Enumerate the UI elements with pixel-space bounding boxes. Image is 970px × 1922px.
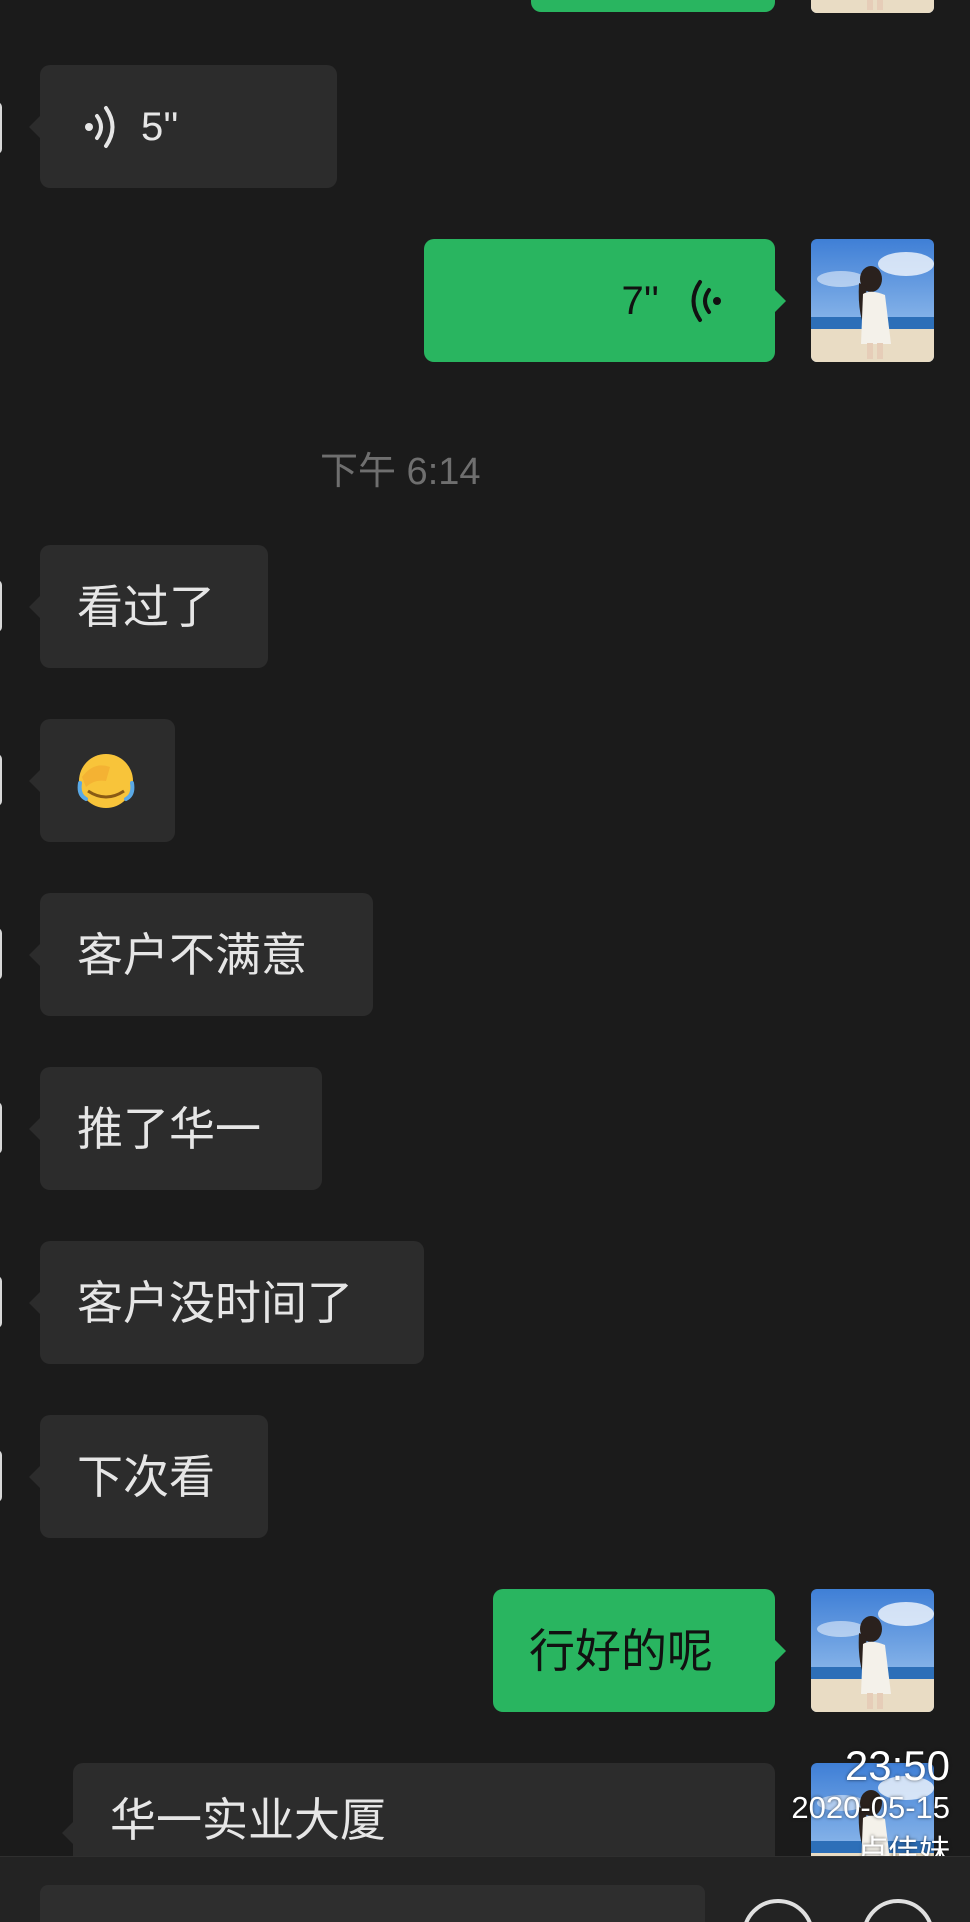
avatar[interactable] [811, 1589, 934, 1712]
outgoing-voice-message[interactable]: 7'' [424, 239, 786, 362]
previous-outgoing-bubble[interactable] [531, 0, 775, 12]
message-text: 客户不满意 [77, 927, 307, 982]
more-button[interactable] [862, 1899, 934, 1922]
sound-wave-icon [691, 279, 721, 322]
message-timestamp: 下午 6:14 [320, 451, 481, 493]
avatar[interactable] [811, 0, 934, 13]
incoming-message[interactable]: 看过了 [29, 545, 268, 668]
message-text: 行好的呢 [529, 1623, 713, 1678]
card-title: 华一实业大厦 [110, 1793, 386, 1847]
contact-avatar-edge[interactable] [0, 1450, 2, 1502]
incoming-emoji-message[interactable] [29, 719, 175, 842]
watermark-name: 卢佳妹 [857, 1834, 950, 1856]
user-avatar-icon [811, 239, 934, 362]
contact-avatar-edge[interactable] [0, 754, 2, 806]
facepalm-emoji-icon [77, 753, 135, 808]
incoming-message[interactable]: 客户不满意 [29, 893, 373, 1016]
contact-avatar-edge[interactable] [0, 102, 2, 154]
sound-wave-icon [85, 105, 115, 148]
message-text: 下次看 [77, 1449, 215, 1504]
chat-message-list[interactable]: 5'' 7'' 下午 6:14 看过了 客户不满意 推了华一 客户没时间了 下次… [0, 0, 970, 1856]
user-avatar-icon [811, 0, 934, 13]
message-text: 客户没时间了 [77, 1275, 353, 1330]
watermark-date: 2020-05-15 [791, 1790, 950, 1825]
avatar[interactable] [811, 239, 934, 362]
voice-duration: 7'' [621, 278, 659, 323]
contact-avatar-edge[interactable] [0, 1276, 2, 1328]
user-avatar-icon [811, 1589, 934, 1712]
incoming-message[interactable]: 客户没时间了 [29, 1241, 424, 1364]
watermark-time: 23:50 [844, 1742, 950, 1789]
incoming-voice-message[interactable]: 5'' [29, 65, 337, 188]
message-text: 看过了 [77, 579, 215, 634]
outgoing-card-message[interactable]: 华一实业大厦 [62, 1763, 775, 1856]
contact-avatar-edge[interactable] [0, 928, 2, 980]
message-text: 推了华一 [77, 1101, 261, 1156]
incoming-message[interactable]: 下次看 [29, 1415, 268, 1538]
outgoing-message[interactable]: 行好的呢 [493, 1589, 786, 1712]
incoming-message[interactable]: 推了华一 [29, 1067, 322, 1190]
contact-avatar-edge[interactable] [0, 1102, 2, 1154]
voice-duration: 5'' [141, 104, 179, 149]
emoji-button[interactable] [742, 1899, 814, 1922]
contact-avatar-edge[interactable] [0, 580, 2, 632]
input-toolbar [0, 1856, 970, 1922]
message-input[interactable] [40, 1885, 705, 1922]
